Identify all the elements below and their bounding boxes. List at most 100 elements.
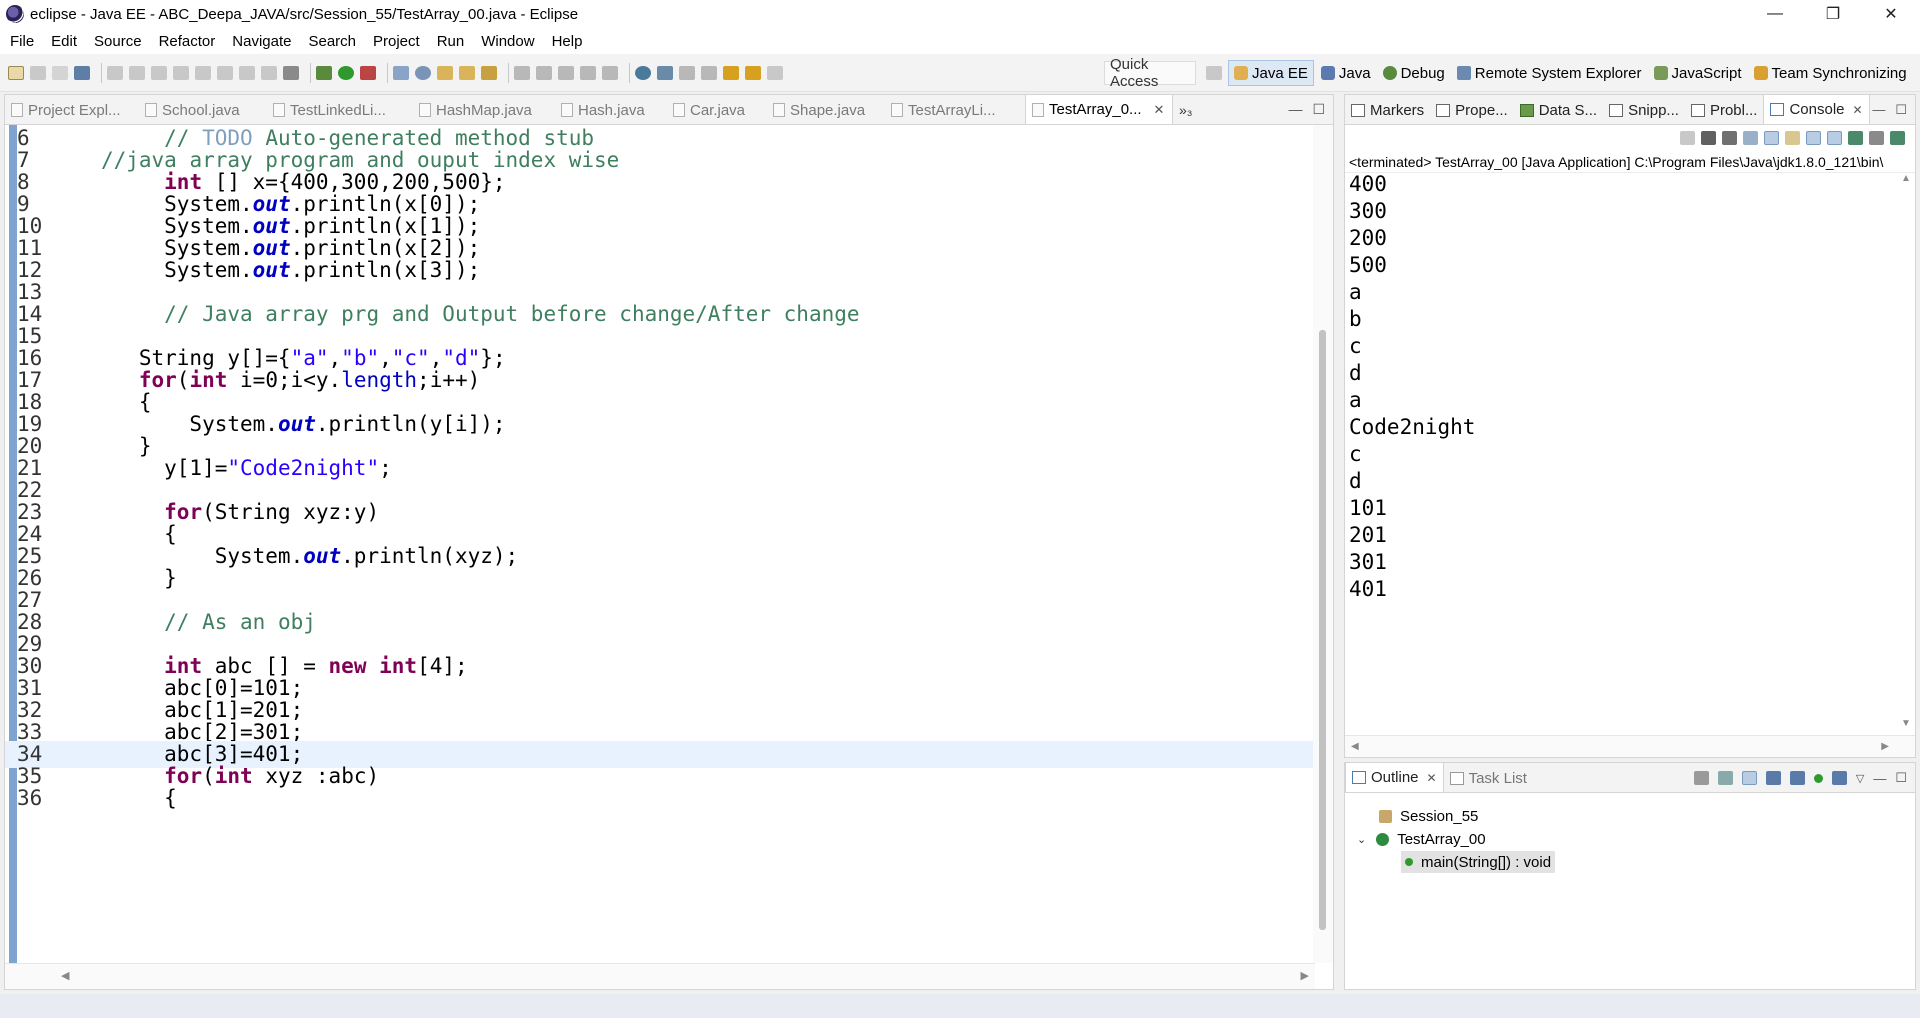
collapse-all-icon[interactable] [1717,771,1733,785]
show-on-stderr-icon[interactable] [1827,131,1842,145]
menu-file[interactable]: File [10,33,34,50]
menu-navigate[interactable]: Navigate [232,33,291,50]
new-server-icon[interactable] [393,65,409,80]
save-all-icon[interactable] [52,65,68,80]
save-icon[interactable] [30,65,46,80]
tab-shape-java[interactable]: Shape.java [767,96,885,124]
close-button[interactable]: ✕ [1862,0,1920,28]
terminal-icon[interactable] [74,65,90,80]
resume-icon[interactable] [129,65,145,80]
new-web-icon[interactable] [415,65,431,80]
maximize-view-icon[interactable]: ☐ [1312,101,1325,118]
block-selection-icon[interactable] [580,65,596,80]
perspective-javascript[interactable]: JavaScript [1649,60,1747,86]
tab-hash-java[interactable]: Hash.java [555,96,667,124]
step-into-icon[interactable] [217,65,233,80]
display-console-icon[interactable] [1869,131,1884,145]
tab-testarray-00[interactable]: TestArray_0... ✕ [1025,94,1173,124]
debug-run-icon[interactable] [316,65,332,80]
scroll-right-icon[interactable]: ▶ [1881,741,1889,752]
tab-properties[interactable]: Prope... [1430,96,1514,124]
maximize-view-icon[interactable]: ☐ [1895,770,1907,786]
outline-package-node[interactable]: Session_55 [1379,805,1478,827]
editor-vertical-scrollbar[interactable] [1313,125,1333,963]
console-vertical-scrollbar[interactable]: ▲ ▼ [1897,171,1915,731]
close-tab-icon[interactable]: ✕ [1154,102,1165,118]
tab-hashmap-java[interactable]: HashMap.java [413,96,555,124]
tab-console[interactable]: Console ✕ [1763,94,1870,124]
menu-project[interactable]: Project [373,33,420,50]
terminate-icon[interactable] [1680,131,1695,145]
close-tab-icon[interactable]: ✕ [1853,103,1863,117]
tab-car-java[interactable]: Car.java [667,96,767,124]
tab-data-source[interactable]: Data S... [1514,96,1603,124]
menu-run[interactable]: Run [437,33,465,50]
back-icon[interactable] [723,65,739,80]
menu-search[interactable]: Search [308,33,356,50]
restore-button[interactable]: ❐ [1804,0,1862,28]
tab-problems[interactable]: Probl... [1685,96,1764,124]
sort-icon[interactable] [1741,771,1757,785]
open-task-icon[interactable] [459,65,475,80]
perspective-remote-system-explorer[interactable]: Remote System Explorer [1452,60,1647,86]
tab-outline[interactable]: Outline ✕ [1345,762,1444,792]
quick-access-input[interactable]: Quick Access [1104,56,1196,90]
minimize-button[interactable]: — [1746,0,1804,28]
menu-edit[interactable]: Edit [51,33,77,50]
show-on-stdout-icon[interactable] [1806,131,1821,145]
hide-local-types-icon[interactable] [1831,771,1847,785]
outline-class-node[interactable]: ⌄ TestArray_00 [1357,828,1486,850]
hide-non-public-icon[interactable] [1813,773,1823,783]
open-type-icon[interactable] [437,65,453,80]
new-icon[interactable] [8,65,24,80]
suspend-icon[interactable] [151,65,167,80]
disconnect-icon[interactable] [195,65,211,80]
mark-occurrences-icon[interactable] [558,65,574,80]
perspective-team-synchronizing[interactable]: Team Synchronizing [1749,60,1912,86]
step-over-icon[interactable] [239,65,255,80]
scroll-lock-icon[interactable] [1764,131,1779,145]
maximize-view-icon[interactable]: ☐ [1895,102,1907,118]
console-output[interactable]: 400 300 200 500 a b c d a Code2night c d… [1349,171,1889,731]
tab-testarraylist[interactable]: TestArrayLi... [885,96,1025,124]
remove-all-terminated-icon[interactable] [1722,131,1737,145]
minimize-view-icon[interactable]: — [1288,101,1302,118]
scroll-down-icon[interactable]: ▼ [1901,718,1911,729]
hide-fields-icon[interactable] [1765,771,1781,785]
menu-window[interactable]: Window [481,33,534,50]
menu-help[interactable]: Help [552,33,583,50]
browser-icon[interactable] [635,65,651,80]
clear-console-icon[interactable] [1743,131,1758,145]
editor-horizontal-scrollbar[interactable]: ◀ ▶ [5,963,1315,989]
back-dropdown-icon[interactable] [745,65,761,80]
forward-icon[interactable] [767,65,783,80]
step-return-icon[interactable] [261,65,277,80]
focus-icon[interactable] [1693,771,1709,785]
remove-launch-icon[interactable] [1701,131,1716,145]
view-menu-icon[interactable]: ▽ [1856,772,1864,785]
scroll-left-icon[interactable]: ◀ [1351,741,1359,752]
tab-task-list[interactable]: Task List [1444,764,1533,792]
terminate-icon[interactable] [173,65,189,80]
code-editor[interactable]: 6 // TODO Auto-generated method stub 7 /… [5,125,1315,963]
close-tab-icon[interactable]: ✕ [1427,771,1437,785]
skip-breakpoints-icon[interactable] [107,65,123,80]
annotation-icon[interactable] [514,65,530,80]
minimize-view-icon[interactable]: — [1873,771,1886,786]
console-horizontal-scrollbar[interactable]: ◀ ▶ [1345,735,1915,757]
perspective-java[interactable]: Java [1316,60,1376,86]
external-tools-icon[interactable] [657,65,673,80]
pin-console-icon[interactable] [1848,131,1863,145]
minimize-view-icon[interactable]: — [1872,102,1885,118]
tab-overflow-button[interactable]: »₃ [1179,102,1193,118]
word-wrap-icon[interactable] [1785,131,1800,145]
scroll-right-icon[interactable]: ▶ [1301,969,1309,982]
search-icon[interactable] [481,65,497,80]
pin-icon[interactable] [536,65,552,80]
tab-project-explorer[interactable]: Project Expl... [5,96,139,124]
perspective-debug[interactable]: Debug [1378,60,1450,86]
previous-annotation-icon[interactable] [701,65,717,80]
next-annotation-icon[interactable] [679,65,695,80]
drop-to-frame-icon[interactable] [283,65,299,80]
open-perspective-icon[interactable] [1206,66,1222,80]
